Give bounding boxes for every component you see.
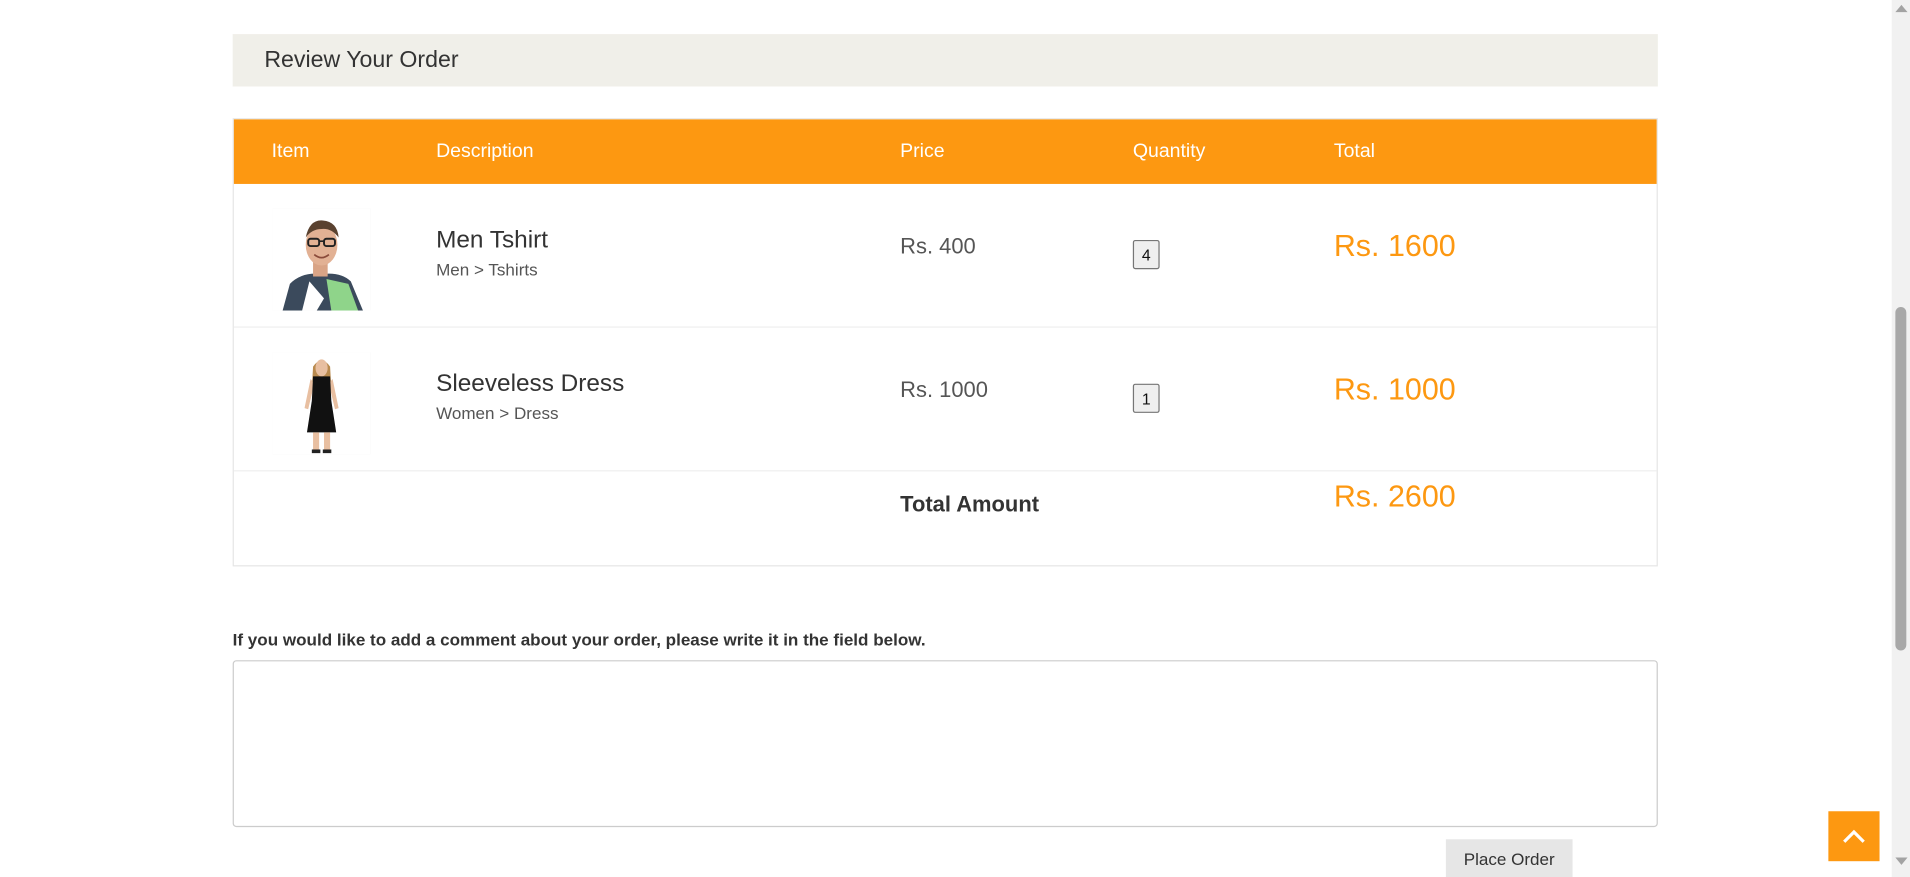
column-header-item: Item <box>271 141 310 163</box>
order-table: Item Description Price Quantity Total Me… <box>232 118 1658 567</box>
column-header-total: Total <box>1333 141 1375 163</box>
table-row: Men Tshirt Men > Tshirts Rs. 400 Rs. 160… <box>233 184 1657 328</box>
product-name[interactable]: Men Tshirt <box>436 227 548 255</box>
table-row: Sleeveless Dress Women > Dress Rs. 1000 … <box>233 328 1657 472</box>
review-order-header: Review Your Order <box>232 34 1658 87</box>
product-name[interactable]: Sleeveless Dress <box>436 370 624 398</box>
line-total: Rs. 1000 <box>1333 372 1456 407</box>
scroll-down-icon[interactable] <box>1895 857 1908 865</box>
scrollbar-thumb[interactable] <box>1895 306 1907 651</box>
product-category: Women > Dress <box>436 403 559 423</box>
vertical-scrollbar[interactable] <box>1891 0 1910 877</box>
line-total: Rs. 1600 <box>1333 229 1456 264</box>
unit-price: Rs. 1000 <box>900 377 988 402</box>
product-category: Men > Tshirts <box>436 259 538 279</box>
total-amount-label: Total Amount <box>900 492 1040 517</box>
chevron-up-icon <box>1843 829 1865 843</box>
unit-price: Rs. 400 <box>900 233 976 259</box>
column-header-quantity: Quantity <box>1132 141 1206 163</box>
scroll-up-icon[interactable] <box>1895 4 1908 13</box>
review-order-title: Review Your Order <box>264 46 459 73</box>
product-image[interactable] <box>272 208 371 311</box>
table-header: Item Description Price Quantity Total <box>233 119 1657 184</box>
comment-label: If you would like to add a comment about… <box>232 629 926 650</box>
place-order-button[interactable]: Place Order <box>1445 839 1573 877</box>
order-comment-textarea[interactable] <box>232 660 1658 828</box>
page: Review Your Order Item Description Price… <box>0 0 1910 877</box>
column-header-description: Description <box>436 141 534 163</box>
total-amount-value: Rs. 2600 <box>1333 479 1456 515</box>
quantity-input[interactable] <box>1132 239 1160 270</box>
back-to-top-button[interactable] <box>1828 811 1880 862</box>
quantity-input[interactable] <box>1132 383 1160 413</box>
product-image[interactable] <box>272 352 371 455</box>
column-header-price: Price <box>900 141 945 163</box>
